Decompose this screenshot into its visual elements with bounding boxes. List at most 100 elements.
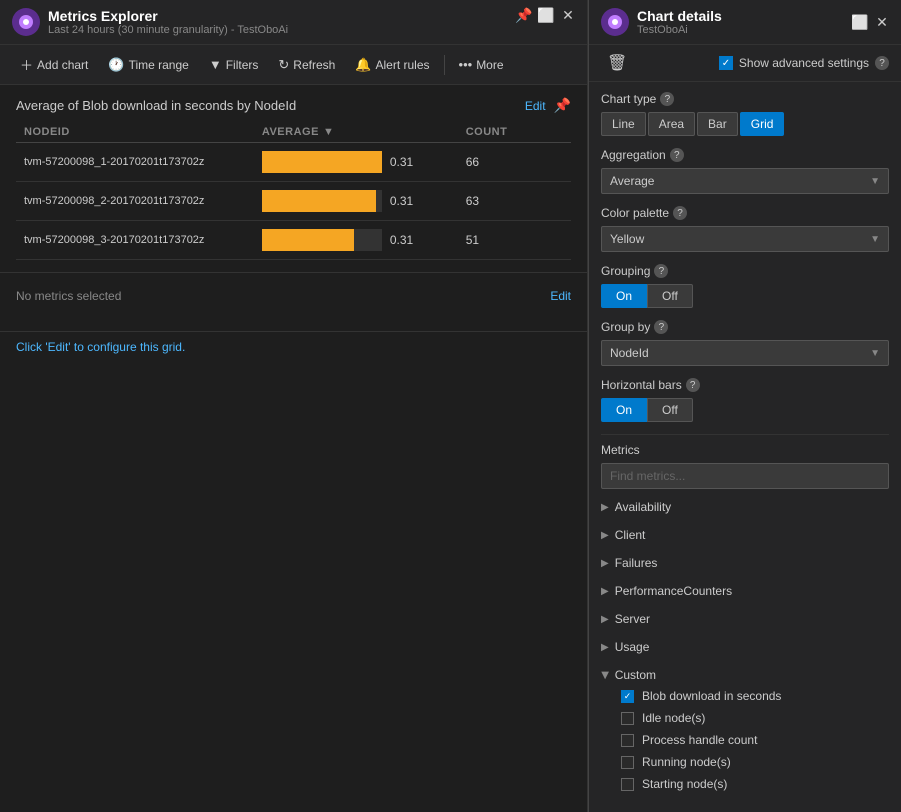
chart-type-line-btn[interactable]: Line	[601, 112, 646, 136]
group-by-dropdown[interactable]: NodeId ▼	[601, 340, 889, 366]
right-toolbar: 🗑 Show advanced settings ?	[589, 45, 901, 82]
metrics-item[interactable]: Process handle count	[621, 729, 889, 751]
metrics-group-header[interactable]: ▶Failures	[601, 553, 889, 573]
delete-button[interactable]: 🗑	[601, 51, 633, 75]
group-by-dropdown-arrow: ▼	[870, 348, 880, 359]
grouping-off-btn[interactable]: Off	[647, 284, 693, 308]
chevron-icon: ▶	[601, 502, 609, 513]
metrics-item-checkbox-empty[interactable]	[621, 734, 634, 747]
advanced-settings-text: Show advanced settings	[739, 56, 869, 70]
table-header-row: NODEID AVERAGE ▼ COUNT	[16, 122, 571, 143]
group-name: PerformanceCounters	[615, 584, 732, 598]
count-value: 51	[466, 233, 479, 247]
chart-type-bar-btn[interactable]: Bar	[697, 112, 738, 136]
time-range-label: Time range	[129, 58, 189, 72]
chart1-pin-icon[interactable]: 📌	[554, 97, 571, 114]
metrics-item-checkbox-empty[interactable]	[621, 712, 634, 725]
aggregation-value: Average	[610, 174, 654, 188]
chart2-section: No metrics selected Edit	[0, 273, 587, 332]
metrics-item-name: Process handle count	[642, 733, 757, 747]
grouping-toggle-group: On Off	[601, 284, 889, 308]
metrics-group: ▶Failures	[601, 549, 889, 577]
chart1-table: NODEID AVERAGE ▼ COUNT tvm-57200098_1-20…	[16, 122, 571, 260]
chevron-icon: ▶	[601, 614, 609, 625]
sort-icon[interactable]: ▼	[323, 126, 334, 138]
chart-type-buttons: Line Area Bar Grid	[601, 112, 889, 136]
color-palette-section-label: Color palette ?	[601, 206, 889, 220]
chart-type-help-icon: ?	[660, 92, 674, 106]
metrics-item-name: Running node(s)	[642, 755, 731, 769]
right-title: Chart details	[637, 8, 722, 24]
chart1-edit-link[interactable]: Edit	[525, 99, 546, 113]
add-chart-button[interactable]: ＋ Add chart	[12, 51, 96, 78]
no-metrics-text: No metrics selected	[16, 289, 121, 303]
chart-type-grid-btn[interactable]: Grid	[740, 112, 785, 136]
metrics-group-header[interactable]: ▶ Custom	[601, 665, 889, 685]
metrics-group-items: Blob download in secondsIdle node(s) Proc…	[601, 685, 889, 795]
bar-fill	[262, 151, 382, 173]
chart2-edit-link[interactable]: Edit	[550, 289, 571, 303]
refresh-icon: ↻	[278, 57, 289, 73]
chart-type-section-label: Chart type ?	[601, 92, 889, 106]
aggregation-help-icon: ?	[670, 148, 684, 162]
aggregation-dropdown-arrow: ▼	[870, 176, 880, 187]
close-button[interactable]: ✕	[561, 8, 575, 22]
metrics-item-checkbox-empty[interactable]	[621, 756, 634, 769]
right-restore-button[interactable]: ⬜	[853, 15, 867, 29]
cell-nodeid: tvm-57200098_1-20170201t173702z	[16, 143, 254, 182]
content-area: Average of Blob download in seconds by N…	[0, 85, 587, 812]
chart-type-area-btn[interactable]: Area	[648, 112, 695, 136]
metrics-item[interactable]: Running node(s)	[621, 751, 889, 773]
metrics-group: ▶ Custom Blob download in secondsIdle node…	[601, 661, 889, 799]
metrics-item-checkbox-checked[interactable]	[621, 690, 634, 703]
metrics-item[interactable]: Idle node(s)	[621, 707, 889, 729]
group-name: Custom	[615, 668, 656, 682]
metrics-group-header[interactable]: ▶Usage	[601, 637, 889, 657]
horizontal-bars-on-btn[interactable]: On	[601, 398, 647, 422]
advanced-settings-checkbox[interactable]	[719, 56, 733, 70]
alert-rules-button[interactable]: 🔔 Alert rules	[347, 53, 437, 77]
right-header: Chart details TestOboAi ⬜ ✕	[589, 0, 901, 45]
advanced-settings-label[interactable]: Show advanced settings ?	[719, 56, 889, 70]
cell-nodeid: tvm-57200098_3-20170201t173702z	[16, 221, 254, 260]
app-icon	[12, 8, 40, 36]
aggregation-dropdown[interactable]: Average ▼	[601, 168, 889, 194]
chart1-actions: Edit 📌	[525, 97, 571, 114]
more-button[interactable]: ••• More	[451, 53, 512, 76]
metrics-group-header[interactable]: ▶ Availability	[601, 497, 889, 517]
app-title: Metrics Explorer	[48, 8, 288, 24]
metrics-group-header[interactable]: ▶Server	[601, 609, 889, 629]
title-block: Metrics Explorer Last 24 hours (30 minut…	[48, 8, 288, 36]
metrics-search-input[interactable]	[601, 463, 889, 489]
app-icon-dot	[23, 19, 29, 25]
time-range-button[interactable]: 🕐 Time range	[100, 53, 196, 77]
metrics-item[interactable]: Starting node(s)	[621, 773, 889, 795]
color-palette-help-icon: ?	[673, 206, 687, 220]
right-app-icon-dot	[612, 19, 618, 25]
filters-button[interactable]: ▼ Filters	[201, 53, 267, 76]
color-palette-value: Yellow	[610, 232, 644, 246]
aggregation-section-label: Aggregation ?	[601, 148, 889, 162]
bar-container	[262, 229, 382, 251]
metrics-item-checkbox-empty[interactable]	[621, 778, 634, 791]
metrics-group-header[interactable]: ▶Client	[601, 525, 889, 545]
cell-nodeid: tvm-57200098_2-20170201t173702z	[16, 182, 254, 221]
grouping-on-btn[interactable]: On	[601, 284, 647, 308]
th-count: COUNT	[458, 122, 571, 143]
grouping-section-label: Grouping ?	[601, 264, 889, 278]
refresh-label: Refresh	[293, 58, 335, 72]
chevron-expanded-icon: ▶	[599, 671, 610, 679]
refresh-button[interactable]: ↻ Refresh	[270, 53, 343, 77]
group-name: Failures	[615, 556, 658, 570]
restore-button[interactable]: ⬜	[539, 8, 553, 22]
pin-button[interactable]: 📌	[517, 8, 531, 22]
add-chart-label: Add chart	[37, 58, 88, 72]
color-palette-dropdown[interactable]: Yellow ▼	[601, 226, 889, 252]
th-nodeid: NODEID	[16, 122, 254, 143]
group-name: Availability	[615, 500, 671, 514]
right-close-button[interactable]: ✕	[875, 15, 889, 29]
metrics-group-header[interactable]: ▶PerformanceCounters	[601, 581, 889, 601]
metrics-item[interactable]: Blob download in seconds	[621, 685, 889, 707]
horizontal-bars-off-btn[interactable]: Off	[647, 398, 693, 422]
bar-fill	[262, 190, 376, 212]
